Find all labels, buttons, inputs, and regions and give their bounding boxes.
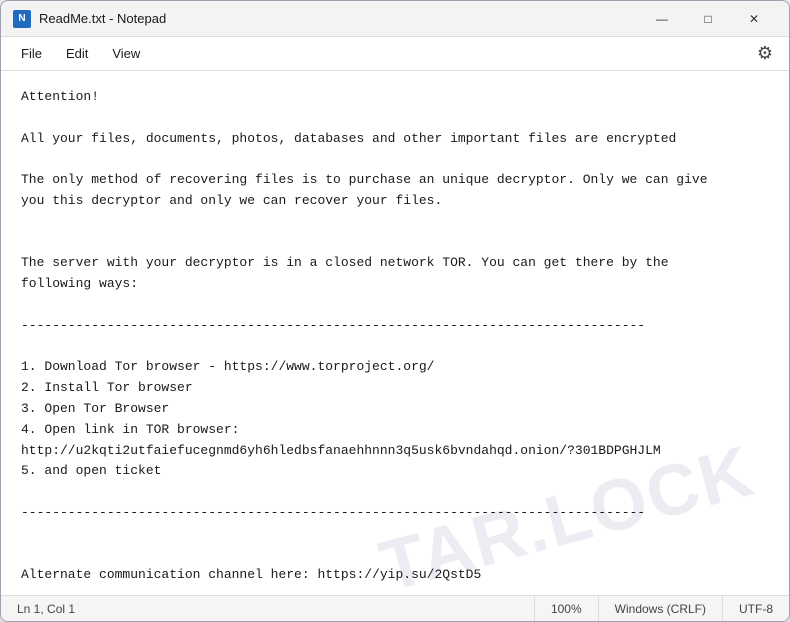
- window-controls: — □ ✕: [639, 1, 777, 37]
- title-bar: N ReadMe.txt - Notepad — □ ✕: [1, 1, 789, 37]
- zoom-level: 100%: [535, 596, 599, 621]
- status-bar: Ln 1, Col 1 100% Windows (CRLF) UTF-8: [1, 595, 789, 621]
- minimize-button[interactable]: —: [639, 1, 685, 37]
- encoding: UTF-8: [723, 596, 789, 621]
- menu-file[interactable]: File: [9, 40, 54, 67]
- file-content: Attention! All your files, documents, ph…: [21, 87, 769, 586]
- settings-icon[interactable]: ⚙: [749, 38, 781, 70]
- app-icon: N: [13, 10, 31, 28]
- title-bar-left: N ReadMe.txt - Notepad: [13, 10, 166, 28]
- cursor-position: Ln 1, Col 1: [1, 596, 535, 621]
- menu-items: File Edit View: [9, 40, 152, 67]
- close-button[interactable]: ✕: [731, 1, 777, 37]
- text-area[interactable]: TAR.LOCK Attention! All your files, docu…: [1, 71, 789, 595]
- menu-edit[interactable]: Edit: [54, 40, 100, 67]
- menu-view[interactable]: View: [100, 40, 152, 67]
- maximize-button[interactable]: □: [685, 1, 731, 37]
- window-title: ReadMe.txt - Notepad: [39, 11, 166, 26]
- notepad-window: N ReadMe.txt - Notepad — □ ✕ File Edit V…: [0, 0, 790, 622]
- app-icon-letter: N: [18, 13, 25, 24]
- menu-bar: File Edit View ⚙: [1, 37, 789, 71]
- line-ending: Windows (CRLF): [599, 596, 723, 621]
